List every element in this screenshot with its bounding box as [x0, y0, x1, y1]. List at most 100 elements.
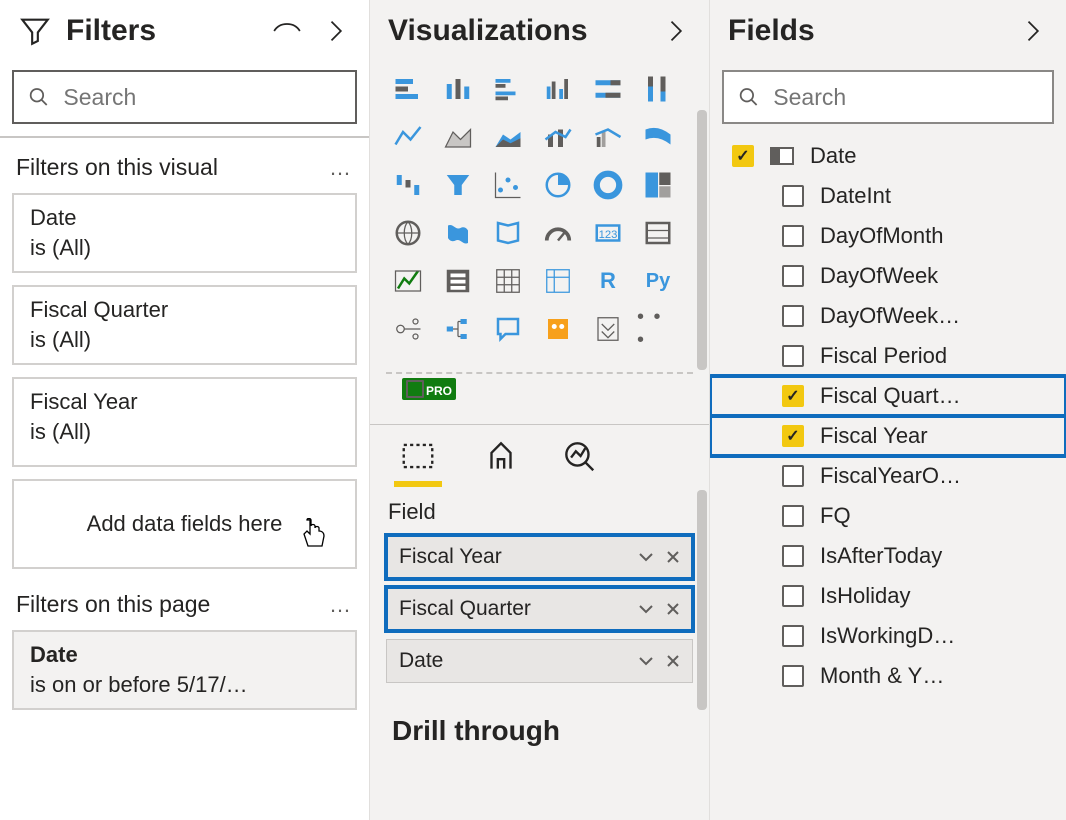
- field-isworkingd[interactable]: IsWorkingD…: [710, 616, 1066, 656]
- field-dayofweek[interactable]: DayOfWeek: [710, 256, 1066, 296]
- filter-value: is (All): [30, 235, 339, 261]
- fields-search[interactable]: [722, 70, 1054, 124]
- field-fiscalyearo[interactable]: FiscalYearO…: [710, 456, 1066, 496]
- filled-map-icon[interactable]: [436, 212, 480, 254]
- decomposition-icon[interactable]: [436, 308, 480, 350]
- expand-icon[interactable]: [1018, 17, 1046, 45]
- checkbox-icon[interactable]: [782, 385, 804, 407]
- checkbox-icon[interactable]: [782, 265, 804, 287]
- filters-drop-zone[interactable]: Add data fields here: [12, 479, 357, 569]
- qna-icon[interactable]: [486, 308, 530, 350]
- stacked-column-icon[interactable]: [436, 68, 480, 110]
- field-month-y[interactable]: Month & Y…: [710, 656, 1066, 696]
- stacked-bar-100-icon[interactable]: [586, 68, 630, 110]
- shape-map-icon[interactable]: [486, 212, 530, 254]
- chevron-down-icon[interactable]: [638, 549, 654, 565]
- ribbon-chart-icon[interactable]: [636, 116, 680, 158]
- stacked-bar-icon[interactable]: [386, 68, 430, 110]
- r-visual-icon[interactable]: R: [586, 260, 630, 302]
- fields-well-tab[interactable]: [394, 437, 442, 487]
- line-chart-icon[interactable]: [386, 116, 430, 158]
- map-icon[interactable]: [386, 212, 430, 254]
- chevron-down-icon[interactable]: [638, 653, 654, 669]
- funnel-icon[interactable]: [436, 164, 480, 206]
- field-fq[interactable]: FQ: [710, 496, 1066, 536]
- field-fiscal-quarter[interactable]: Fiscal Quart…: [710, 376, 1066, 416]
- more-icon[interactable]: …: [329, 155, 353, 181]
- filters-visual-section: Filters on this visual …: [0, 138, 369, 187]
- field-label: Fiscal Year: [820, 423, 928, 449]
- well-item-label: Date: [399, 649, 443, 673]
- checkbox-icon[interactable]: [782, 185, 804, 207]
- search-icon: [738, 85, 759, 109]
- card-icon[interactable]: 123: [586, 212, 630, 254]
- area-chart-icon[interactable]: [436, 116, 480, 158]
- pie-chart-icon[interactable]: [536, 164, 580, 206]
- more-visuals-icon[interactable]: • • •: [636, 308, 680, 350]
- visibility-icon[interactable]: [273, 17, 301, 45]
- table-date[interactable]: Date: [710, 136, 1066, 176]
- checkbox-icon[interactable]: [782, 225, 804, 247]
- filters-search-input[interactable]: [61, 83, 341, 112]
- table-icon[interactable]: [486, 260, 530, 302]
- checkbox-icon[interactable]: [782, 665, 804, 687]
- close-icon[interactable]: [666, 602, 680, 616]
- filter-card[interactable]: Fiscal Year is (All): [12, 377, 357, 467]
- checkbox-icon[interactable]: [782, 425, 804, 447]
- stacked-area-icon[interactable]: [486, 116, 530, 158]
- scrollbar[interactable]: [697, 110, 707, 370]
- line-column-icon[interactable]: [536, 116, 580, 158]
- field-dateint[interactable]: DateInt: [710, 176, 1066, 216]
- clustered-bar-icon[interactable]: [486, 68, 530, 110]
- kpi-icon[interactable]: [386, 260, 430, 302]
- field-fiscal-year[interactable]: Fiscal Year: [710, 416, 1066, 456]
- scrollbar[interactable]: [697, 490, 707, 710]
- format-tab[interactable]: [482, 437, 520, 487]
- filters-search[interactable]: [12, 70, 357, 124]
- field-dayofmonth[interactable]: DayOfMonth: [710, 216, 1066, 256]
- field-well-item[interactable]: Fiscal Quarter: [386, 587, 693, 631]
- field-fiscal-period[interactable]: Fiscal Period: [710, 336, 1066, 376]
- filter-card[interactable]: Date is (All): [12, 193, 357, 273]
- more-icon[interactable]: …: [329, 592, 353, 618]
- multi-card-icon[interactable]: [636, 212, 680, 254]
- narrative-icon[interactable]: [536, 308, 580, 350]
- checkbox-icon[interactable]: [782, 585, 804, 607]
- field-isholiday[interactable]: IsHoliday: [710, 576, 1066, 616]
- checkbox-icon[interactable]: [732, 145, 754, 167]
- checkbox-icon[interactable]: [782, 345, 804, 367]
- checkbox-icon[interactable]: [782, 545, 804, 567]
- fields-search-input[interactable]: [771, 83, 1038, 112]
- key-influencers-icon[interactable]: [386, 308, 430, 350]
- python-visual-icon[interactable]: Py: [636, 260, 680, 302]
- gauge-icon[interactable]: [536, 212, 580, 254]
- field-well-item[interactable]: Date: [386, 639, 693, 683]
- field-isaftertoday[interactable]: IsAfterToday: [710, 536, 1066, 576]
- clustered-column-icon[interactable]: [536, 68, 580, 110]
- field-label: DayOfWeek: [820, 263, 938, 289]
- expand-icon[interactable]: [661, 17, 689, 45]
- checkbox-icon[interactable]: [782, 465, 804, 487]
- field-dayofweek-ellipsis[interactable]: DayOfWeek…: [710, 296, 1066, 336]
- waterfall-icon[interactable]: [386, 164, 430, 206]
- filter-card[interactable]: Date is on or before 5/17/…: [12, 630, 357, 710]
- stacked-column-100-icon[interactable]: [636, 68, 680, 110]
- donut-chart-icon[interactable]: [586, 164, 630, 206]
- fields-title: Fields: [728, 14, 815, 48]
- scatter-icon[interactable]: [486, 164, 530, 206]
- field-well-item[interactable]: Fiscal Year: [386, 535, 693, 579]
- treemap-icon[interactable]: [636, 164, 680, 206]
- checkbox-icon[interactable]: [782, 305, 804, 327]
- close-icon[interactable]: [666, 654, 680, 668]
- analytics-tab[interactable]: [560, 437, 598, 487]
- paginated-icon[interactable]: [586, 308, 630, 350]
- line-clustered-icon[interactable]: [586, 116, 630, 158]
- filter-card[interactable]: Fiscal Quarter is (All): [12, 285, 357, 365]
- chevron-down-icon[interactable]: [638, 601, 654, 617]
- slicer-icon[interactable]: [436, 260, 480, 302]
- checkbox-icon[interactable]: [782, 505, 804, 527]
- close-icon[interactable]: [666, 550, 680, 564]
- matrix-icon[interactable]: [536, 260, 580, 302]
- expand-icon[interactable]: [321, 17, 349, 45]
- checkbox-icon[interactable]: [782, 625, 804, 647]
